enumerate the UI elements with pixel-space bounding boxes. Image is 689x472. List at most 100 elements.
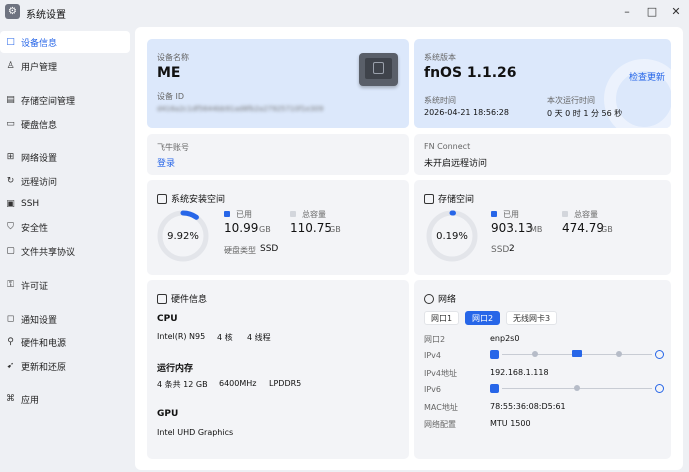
sidebar-item-security[interactable]: ⛉ 安全性 [0, 216, 130, 238]
sidebar-item-apps[interactable]: ⌘ 应用 [0, 388, 130, 410]
network-config-label: 网络配置 [424, 420, 456, 429]
sidebar-item-label: 设备信息 [21, 38, 58, 49]
rocket-icon: ➹ [6, 360, 15, 371]
maximize-button[interactable]: □ [645, 5, 659, 19]
uptime-value: 0 天 0 时 1 分 56 秒 [547, 109, 623, 118]
storage-percent: 0.19% [436, 231, 468, 242]
device-icon [490, 350, 499, 359]
total-label: 总容量 [574, 210, 598, 219]
storage-card: 存储空间 0.19% 已用 903.13 MB 总容量 474.79 GB SS… [414, 180, 671, 275]
sidebar-item-update-restore[interactable]: ➹ 更新和还原 [0, 355, 130, 377]
system-space-title-text: 系统安装空间 [171, 195, 226, 205]
sidebar-item-label: 通知设置 [21, 315, 58, 326]
used-legend-swatch [224, 211, 230, 217]
sidebar-item-notifications[interactable]: ◻ 通知设置 [0, 308, 130, 330]
user-icon: ♙ [6, 60, 15, 71]
sidebar: □ 设备信息 ♙ 用户管理 ▤ 存储空间管理 ▭ 硬盘信息 ⊞ 网络设置 ↻ 远程访问 ▣ S… [0, 26, 134, 472]
connection-dot [616, 351, 622, 357]
storage-title: 存储空间 [424, 192, 474, 205]
sidebar-item-label: 硬盘信息 [21, 120, 58, 131]
sidebar-item-label: 存储空间管理 [21, 96, 76, 107]
sidebar-item-hardware-power[interactable]: ⚲ 硬件和电源 [0, 331, 130, 353]
sidebar-item-remote-access[interactable]: ↻ 远程访问 [0, 170, 130, 192]
check-update-button[interactable]: 检查更新 [629, 70, 665, 83]
port-value: enp2s0 [490, 334, 520, 343]
used-unit: MB [530, 225, 543, 234]
gpu-model: Intel UHD Graphics [157, 428, 234, 437]
hardware-icon [157, 293, 167, 304]
system-card: 系统版本 fnOS 1.1.26 检查更新 系统时间 2026-04-21 18… [414, 39, 671, 128]
system-space-percent: 9.92% [167, 231, 199, 242]
device-name: ME [157, 65, 181, 81]
sidebar-item-disks[interactable]: ▭ 硬盘信息 [0, 113, 130, 135]
sidebar-item-license[interactable]: ⚿ 许可证 [0, 274, 130, 296]
used-legend-swatch [491, 211, 497, 217]
memory-title: 运行内存 [157, 364, 194, 374]
fn-connect-card: FN Connect 未开启远程访问 [414, 134, 671, 175]
sidebar-item-label: 应用 [21, 395, 40, 406]
system-time-label: 系统时间 [424, 96, 456, 105]
sidebar-item-ssh[interactable]: ▣ SSH [0, 193, 130, 215]
sidebar-item-device-info[interactable]: □ 设备信息 [0, 31, 130, 53]
globe-icon [424, 293, 434, 304]
cpu-threads: 4 线程 [247, 333, 271, 342]
system-space-card: 系统安装空间 9.92% 已用 10.99 GB 总容量 110.75 GB 硬… [147, 180, 409, 275]
mtu-value: MTU 1500 [490, 419, 531, 428]
connection-dot [574, 385, 580, 391]
login-link[interactable]: 登录 [157, 156, 175, 169]
used-label: 已用 [236, 210, 252, 219]
memory-size: 4 条共 12 GB [157, 380, 208, 389]
app-title: 系统设置 [26, 10, 66, 21]
tab-wireless-3[interactable]: 无线网卡3 [506, 311, 558, 325]
router-icon [572, 350, 582, 357]
fn-connect-label: FN Connect [424, 142, 471, 151]
hardware-card: 硬件信息 CPU Intel(R) N95 4 核 4 线程 运行内存 4 条共… [147, 280, 409, 459]
system-space-title: 系统安装空间 [157, 192, 225, 205]
sidebar-item-users[interactable]: ♙ 用户管理 [0, 55, 130, 77]
network-title: 网络 [424, 292, 456, 305]
notification-icon: ◻ [6, 313, 15, 324]
used-value: 10.99 [224, 221, 259, 235]
network-card: 网络 网口1 网口2 无线网卡3 网口2 enp2s0 IPv4 IPv4地址 … [414, 280, 671, 459]
device-icon [490, 384, 499, 393]
system-time-value: 2026-04-21 18:56:28 [424, 108, 509, 117]
sidebar-item-network[interactable]: ⊞ 网络设置 [0, 146, 130, 168]
sidebar-item-label: SSH [21, 199, 40, 209]
gpu-title: GPU [157, 409, 179, 419]
disk-icon [157, 193, 167, 204]
main-panel: 设备名称 ME 设备 ID d416a2c1df5644bb91ad8fb2a2… [135, 27, 683, 470]
sidebar-item-label: 硬件和电源 [21, 338, 67, 349]
sidebar-item-storage[interactable]: ▤ 存储空间管理 [0, 89, 130, 111]
sidebar-item-label: 更新和还原 [21, 362, 67, 373]
mac-label: MAC地址 [424, 403, 458, 412]
used-value: 903.13 [491, 221, 533, 235]
total-legend-swatch [562, 211, 568, 217]
network-icon: ⊞ [6, 151, 15, 162]
memory-type: LPDDR5 [269, 379, 302, 388]
tab-port-1[interactable]: 网口1 [424, 311, 460, 325]
sidebar-item-label: 用户管理 [21, 62, 58, 73]
terminal-icon: ▣ [6, 198, 15, 209]
sidebar-item-label: 安全性 [21, 223, 49, 234]
used-label: 已用 [503, 210, 519, 219]
port-label: 网口2 [424, 335, 446, 344]
storage-title-text: 存储空间 [438, 195, 475, 205]
disk-icon: ▭ [6, 118, 15, 129]
used-unit: GB [259, 225, 271, 234]
memory-frequency: 6400MHz [219, 379, 257, 388]
network-title-text: 网络 [438, 295, 457, 305]
sidebar-item-file-sharing[interactable]: ▢ 文件共享协议 [0, 240, 130, 262]
ipv6-label: IPv6 [424, 385, 442, 394]
total-unit: GB [329, 225, 341, 234]
tab-port-2[interactable]: 网口2 [465, 311, 501, 325]
ssd-label: SSD [491, 245, 510, 255]
shield-icon: ⛉ [7, 221, 14, 232]
total-unit: GB [601, 225, 613, 234]
close-button[interactable]: ✕ [669, 5, 683, 19]
hardware-title: 硬件信息 [157, 292, 207, 305]
nas-device-icon [359, 53, 398, 86]
ipv4-label: IPv4 [424, 351, 442, 360]
cpu-model: Intel(R) N95 [157, 332, 206, 341]
minimize-button[interactable]: – [620, 5, 634, 19]
sidebar-item-label: 网络设置 [21, 153, 58, 164]
